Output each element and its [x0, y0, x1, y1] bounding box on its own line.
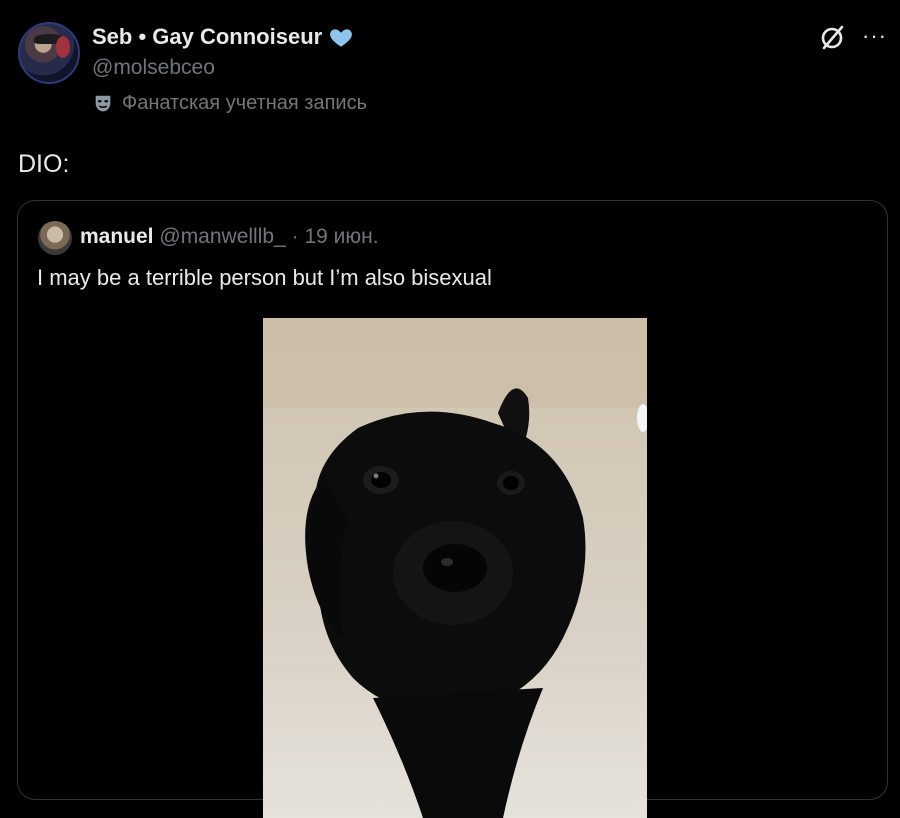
author-handle[interactable]: @molsebceo — [92, 56, 215, 80]
quoted-post-date[interactable]: 19 июн. — [304, 225, 378, 248]
more-options-icon[interactable]: ··· — [862, 25, 887, 47]
quoted-post-header: manuel @manwelllb_ · 19 июн. — [80, 225, 379, 249]
fan-account-text: Фанатская учетная запись — [122, 92, 367, 114]
quoted-post-card[interactable]: manuel @manwelllb_ · 19 июн. I may be a … — [17, 200, 888, 818]
grok-icon[interactable] — [818, 24, 846, 52]
author-name-row[interactable]: Seb • Gay Connoiseur — [92, 24, 354, 50]
quoted-post-image[interactable] — [263, 318, 647, 818]
author-display-name[interactable]: Seb • Gay Connoiseur — [92, 24, 322, 50]
fan-account-label: Фанатская учетная запись — [92, 92, 367, 115]
quoted-author-handle[interactable]: @manwelllb_ — [159, 225, 285, 248]
post-text: DIO: — [18, 150, 70, 178]
author-avatar[interactable] — [18, 22, 80, 84]
puppy-photo — [263, 318, 647, 818]
quoted-post-text: I may be a terrible person but I’m also … — [37, 265, 492, 290]
blue-heart-icon — [330, 29, 353, 47]
quoted-header-separator: · — [291, 225, 299, 248]
theater-mask-icon — [95, 95, 111, 111]
quoted-author-avatar[interactable] — [38, 221, 72, 255]
quoted-author-name[interactable]: manuel — [80, 225, 154, 248]
